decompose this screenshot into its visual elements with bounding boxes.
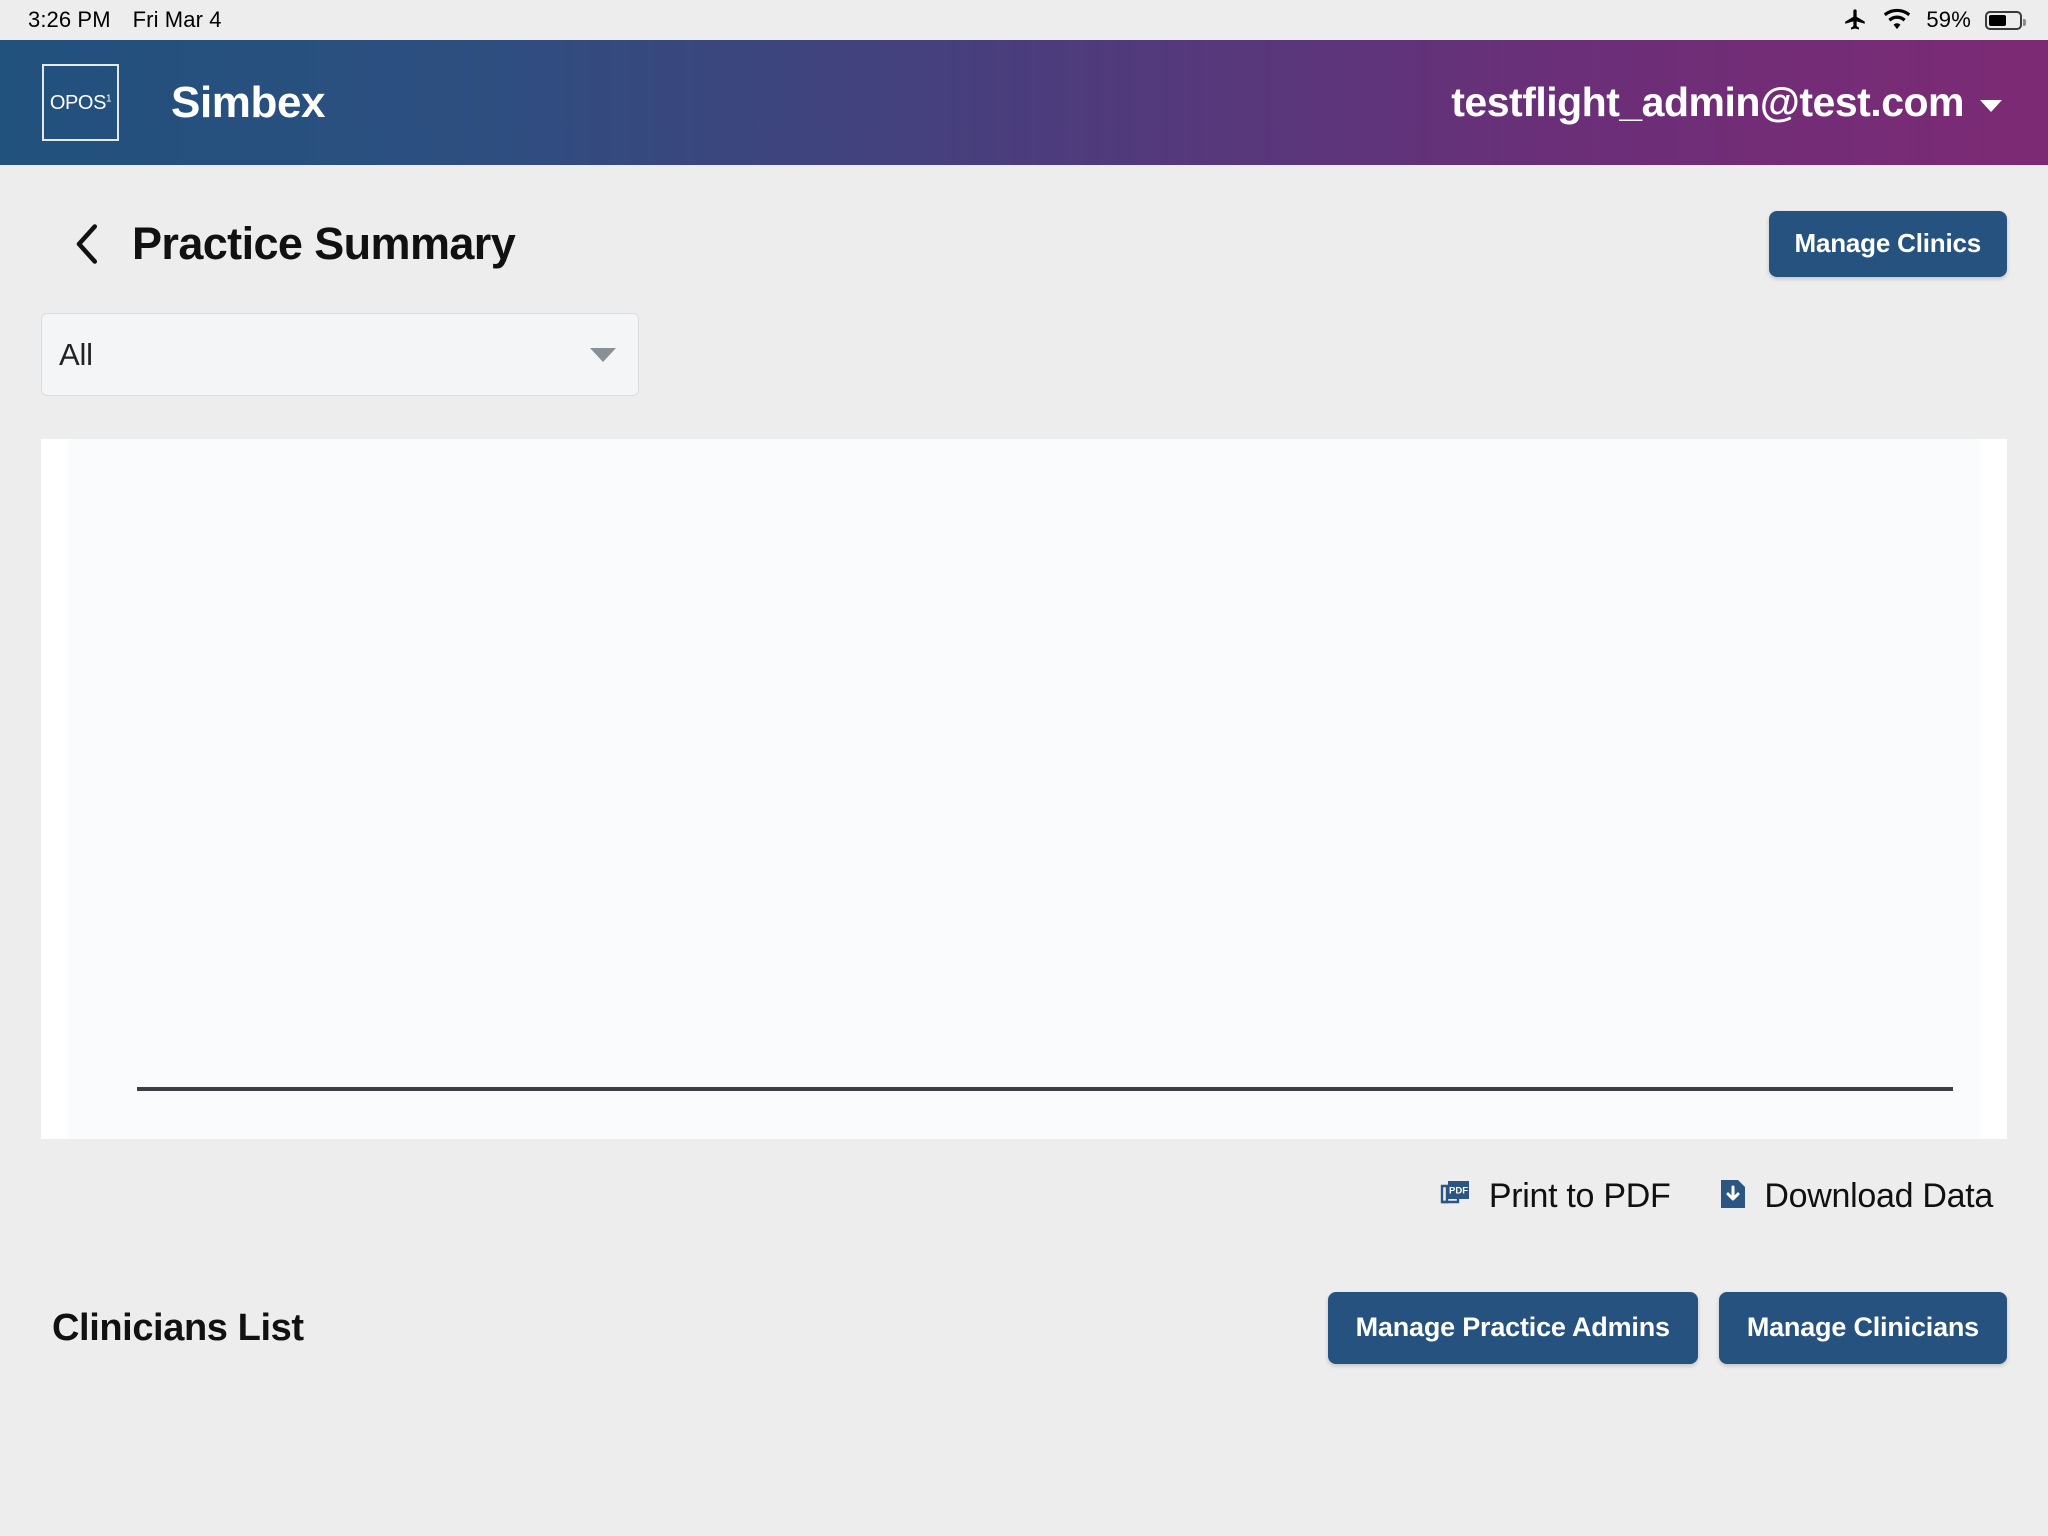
clinic-filter-select[interactable]: All	[41, 313, 639, 396]
page-header-row: Practice Summary Manage Clinics	[41, 165, 2007, 277]
battery-percent-label: 59%	[1926, 7, 1971, 32]
page-content: Practice Summary Manage Clinics All PDF …	[0, 165, 2048, 1536]
export-actions: PDF Print to PDF Download Data	[41, 1177, 2007, 1216]
practice-summary-chart-card	[41, 439, 2007, 1139]
chevron-down-icon	[1980, 99, 2002, 112]
pdf-icon: PDF	[1439, 1177, 1473, 1216]
back-button[interactable]	[69, 222, 103, 266]
brand-title: Simbex	[171, 77, 326, 127]
clinicians-list-title: Clinicians List	[52, 1306, 304, 1349]
opos-logo-text: OPOS1	[49, 91, 112, 114]
print-to-pdf-label: Print to PDF	[1488, 1177, 1671, 1215]
print-to-pdf-button[interactable]: PDF Print to PDF	[1439, 1177, 1671, 1216]
chart-x-axis-line	[137, 1087, 1953, 1091]
manage-clinics-button-top[interactable]: Manage Clinics	[1768, 211, 2007, 277]
airplane-icon	[1842, 7, 1868, 33]
ios-status-bar: 3:26 PM Fri Mar 4 59%	[0, 0, 2048, 40]
clinicians-actions: Manage Practice Admins Manage Clinicians	[1327, 1292, 2007, 1364]
download-data-button[interactable]: Download Data	[1718, 1177, 1993, 1216]
page-title: Practice Summary	[132, 218, 516, 269]
download-data-label: Download Data	[1764, 1177, 1993, 1215]
clinicians-section-header: Clinicians List Manage Practice Admins M…	[41, 1292, 2007, 1364]
opos-logo-word: OPOS	[49, 91, 107, 114]
opos-logo: OPOS1	[42, 64, 119, 141]
account-menu[interactable]: testflight_admin@test.com	[1451, 79, 2002, 126]
download-icon	[1718, 1177, 1748, 1216]
chart-plot-area	[67, 439, 1981, 1139]
wifi-icon	[1882, 8, 1912, 32]
account-email-label: testflight_admin@test.com	[1451, 79, 1964, 125]
status-date: Fri Mar 4	[132, 7, 222, 32]
status-time: 3:26 PM	[28, 7, 111, 32]
manage-practice-admins-button[interactable]: Manage Practice Admins	[1327, 1292, 1698, 1364]
chevron-left-icon	[73, 223, 99, 265]
filter-row: All	[41, 313, 2007, 396]
status-bar-right: 59%	[1842, 7, 2026, 33]
status-bar-left: 3:26 PM Fri Mar 4	[28, 7, 222, 33]
manage-clinicians-button[interactable]: Manage Clinicians	[1718, 1292, 2007, 1364]
opos-logo-superscript: 1	[106, 92, 112, 104]
clinic-filter-value: All	[59, 336, 93, 372]
caret-down-icon	[590, 347, 616, 362]
battery-icon	[1985, 10, 2026, 30]
app-header: OPOS1 Simbex testflight_admin@test.com	[0, 40, 2048, 165]
svg-text:PDF: PDF	[1449, 1186, 1468, 1197]
